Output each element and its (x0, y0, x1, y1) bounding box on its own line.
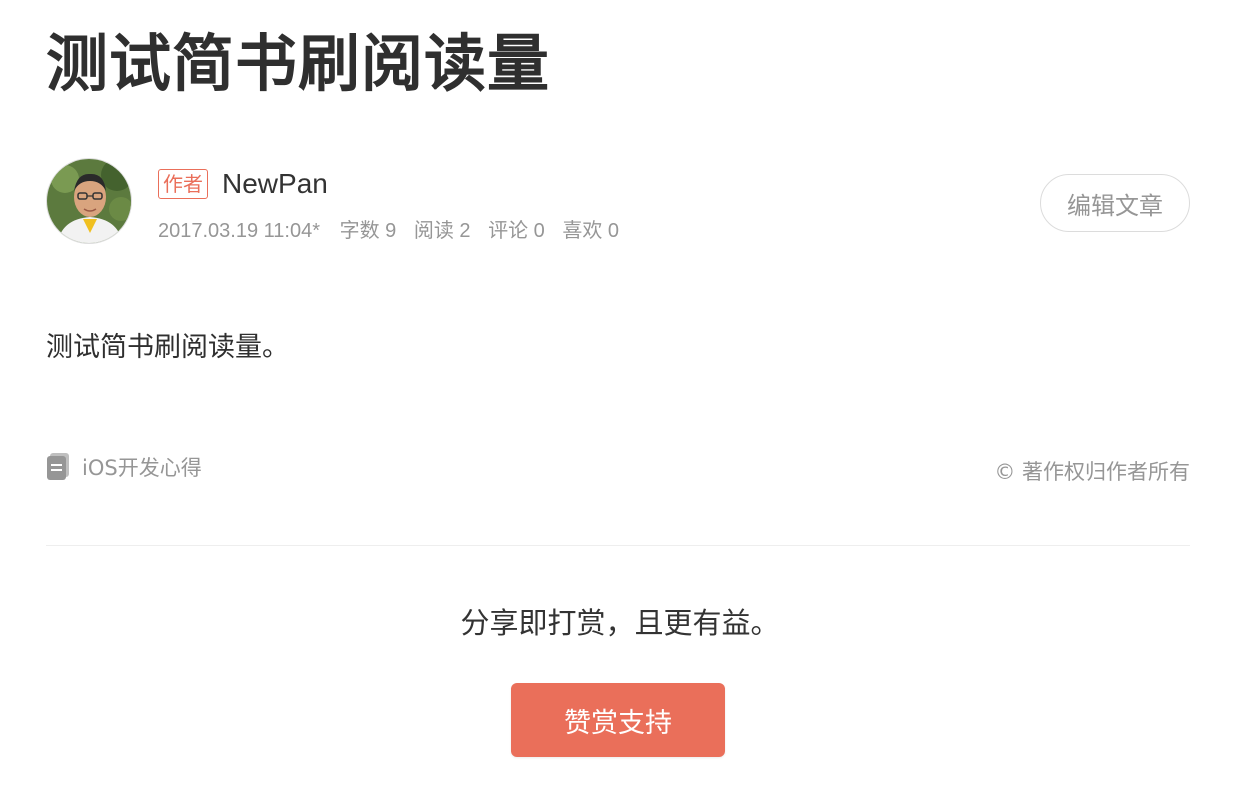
author-name-link[interactable]: NewPan (222, 168, 328, 200)
author-section: 作者 NewPan 2017.03.19 11:04* 字数 9 阅读 2 评论… (46, 158, 1190, 248)
author-avatar[interactable] (46, 158, 132, 244)
article-page: 测试简书刷阅读量 作者 NewPan 2017.03.19 11:04* 字数 … (0, 0, 1240, 803)
view-count: 阅读 2 (413, 220, 471, 242)
avatar-photo-icon (47, 159, 131, 243)
word-count: 字数 9 (339, 220, 397, 242)
author-badge: 作者 (158, 169, 208, 199)
reward-support-button[interactable]: 赞赏支持 (511, 683, 725, 757)
collection-label: iOS开发心得 (82, 456, 202, 480)
article-meta: 2017.03.19 11:04* 字数 9 阅读 2 评论 0 喜欢 0 (158, 214, 631, 243)
article-body: 测试简书刷阅读量。 (46, 332, 289, 363)
comment-count: 评论 0 (488, 220, 545, 242)
edit-article-button[interactable]: 编辑文章 (1040, 174, 1190, 232)
author-line: 作者 NewPan (158, 164, 631, 204)
section-divider (46, 545, 1190, 546)
copyright-notice: © 著作权归作者所有 (994, 460, 1190, 484)
article-title: 测试简书刷阅读量 (46, 27, 551, 100)
author-info: 作者 NewPan 2017.03.19 11:04* 字数 9 阅读 2 评论… (158, 164, 631, 243)
like-count: 喜欢 0 (562, 220, 620, 242)
reward-prompt: 分享即打赏，且更有益。 (460, 606, 780, 640)
publish-time: 2017.03.19 11:04* (158, 220, 321, 242)
collection-link[interactable]: iOS开发心得 (46, 452, 202, 482)
notebook-icon (46, 453, 70, 481)
